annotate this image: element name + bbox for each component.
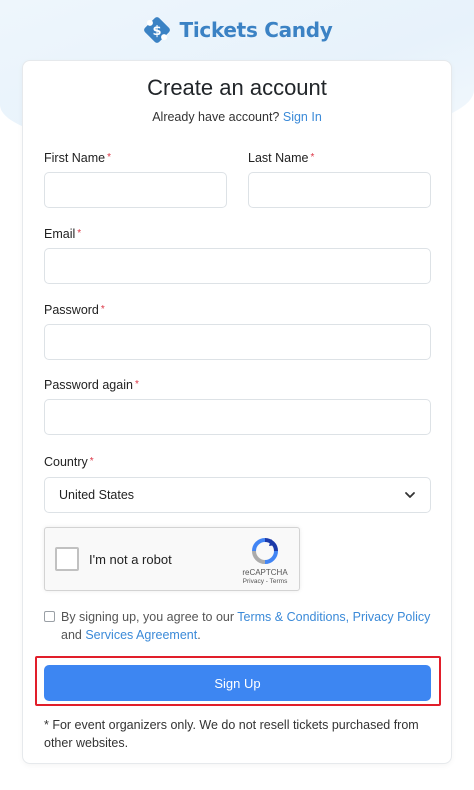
signin-prompt-text: Already have account? [152, 110, 280, 124]
recaptcha-icon [252, 538, 278, 564]
last-name-label-text: Last Name [248, 151, 309, 165]
agreement-text: By signing up, you agree to our Terms & … [61, 608, 433, 644]
recaptcha-checkbox[interactable] [55, 547, 79, 571]
required-mark: * [89, 456, 94, 467]
sign-up-button[interactable]: Sign Up [44, 665, 431, 701]
country-select[interactable]: United States [44, 477, 431, 513]
password-input[interactable] [44, 324, 431, 360]
password-again-label-text: Password again [44, 378, 133, 392]
first-name-label: First Name * [44, 151, 111, 165]
password-label-text: Password [44, 303, 99, 317]
required-mark: * [134, 379, 139, 390]
password-label: Password * [44, 303, 105, 317]
recaptcha-brand: reCAPTCHA [242, 568, 288, 577]
organizer-footnote: * For event organizers only. We do not r… [44, 718, 419, 750]
brand-name[interactable]: Tickets Candy [180, 18, 333, 42]
signin-link[interactable]: Sign In [283, 110, 322, 124]
agreement-suffix: . [197, 628, 201, 642]
required-mark: * [100, 304, 105, 315]
required-mark: * [310, 152, 315, 163]
signin-prompt: Already have account? Sign In [23, 110, 451, 124]
signup-card: Create an account Already have account? … [22, 60, 452, 764]
services-agreement-link[interactable]: Services Agreement [85, 628, 197, 642]
password-again-input[interactable] [44, 399, 431, 435]
email-label-text: Email [44, 227, 76, 241]
first-name-label-text: First Name [44, 151, 106, 165]
chevron-down-icon [405, 492, 415, 498]
svg-text:$: $ [152, 24, 161, 39]
agreement-prefix: By signing up, you agree to our [61, 610, 235, 624]
privacy-policy-link[interactable]: Privacy Policy [353, 610, 431, 624]
page-title: Create an account [147, 75, 327, 100]
terms-link[interactable]: Terms & Conditions, [237, 610, 349, 624]
agreement-and: and [61, 628, 82, 642]
country-selected-value: United States [59, 488, 135, 502]
email-input[interactable] [44, 248, 431, 284]
country-label: Country * [44, 455, 94, 469]
agreement-checkbox[interactable] [44, 611, 55, 622]
recaptcha-links[interactable]: Privacy - Terms [230, 578, 300, 585]
first-name-input[interactable] [44, 172, 227, 208]
recaptcha-widget: I'm not a robot reCAPTCHA Privacy - Term… [44, 527, 300, 591]
last-name-input[interactable] [248, 172, 431, 208]
last-name-label: Last Name * [248, 151, 314, 165]
site-header: $ Tickets Candy [0, 8, 474, 52]
ticket-icon: $ [143, 17, 170, 43]
required-mark: * [77, 228, 82, 239]
password-again-label: Password again * [44, 378, 139, 392]
required-mark: * [107, 152, 112, 163]
recaptcha-label: I'm not a robot [89, 552, 172, 567]
email-label: Email * [44, 227, 81, 241]
country-label-text: Country [44, 455, 88, 469]
